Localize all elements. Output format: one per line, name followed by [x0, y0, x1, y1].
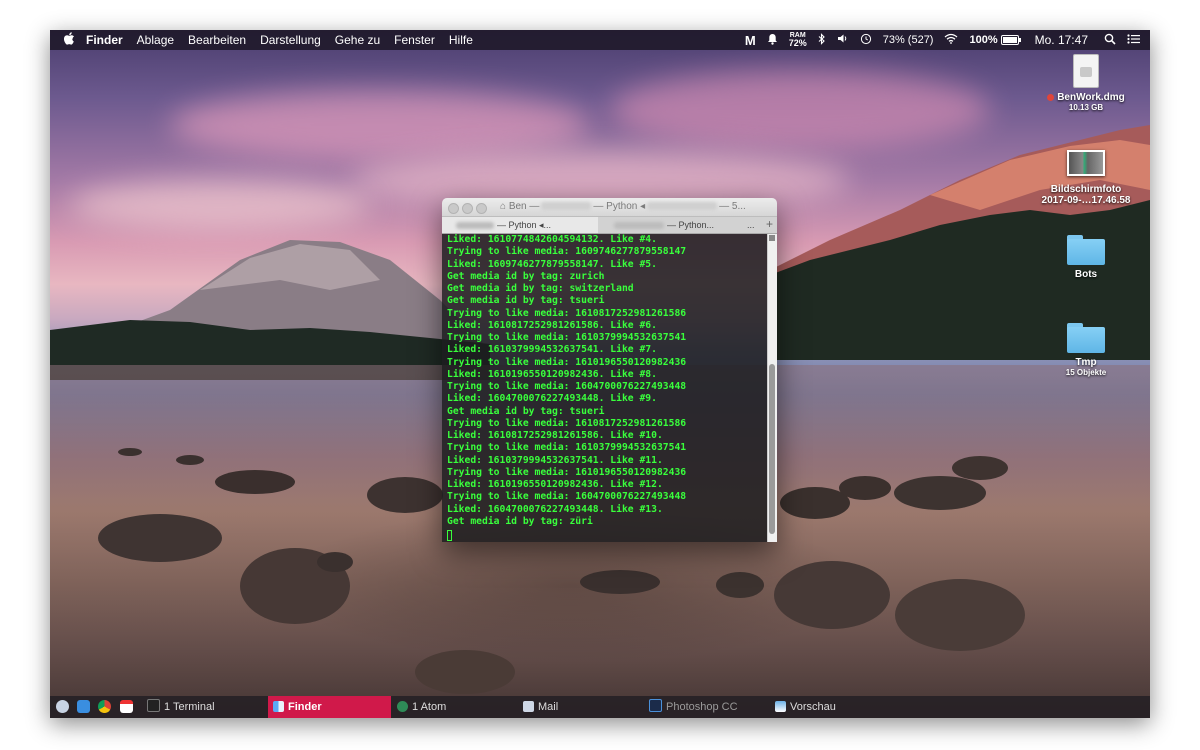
folder-icon: [1067, 235, 1105, 265]
terminal-line: Liked: 1610196550120982436. Like #8.: [447, 368, 657, 380]
terminal-line: Trying to like media: 160470007622749344…: [447, 491, 687, 503]
tab-python-1[interactable]: — Python ◂...: [442, 217, 598, 233]
chrome-icon[interactable]: [98, 700, 111, 713]
terminal-line: Liked: 1604700076227493448. Like #13.: [447, 503, 663, 515]
terminal-scrollbar[interactable]: [767, 234, 777, 542]
terminal-line: Get media id by tag: switzerland: [447, 283, 634, 294]
finder-icon: [273, 701, 284, 712]
scroll-thumb[interactable]: [769, 364, 775, 534]
menu-hilfe[interactable]: Hilfe: [449, 33, 473, 47]
ram-monitor[interactable]: RAM 72%: [789, 32, 807, 48]
desktop-icon-bots[interactable]: Bots: [1036, 235, 1136, 280]
home-icon: ⌂: [500, 201, 507, 212]
terminal-line: Get media id by tag: tsueri: [447, 295, 605, 307]
taskbar-item-terminal[interactable]: 1 Terminal: [142, 696, 267, 718]
menu-ablage[interactable]: Ablage: [137, 33, 174, 47]
terminal-title-bar[interactable]: ⌂ Ben — — Python ◂ — 5...: [442, 198, 777, 216]
terminal-line: Liked: 1610774842604594132. Like #4.: [447, 234, 657, 245]
apple-menu-icon[interactable]: [63, 32, 78, 48]
terminal-line: Liked: 1610817252981261586. Like #6.: [447, 319, 657, 331]
taskbar: 1 Terminal Finder 1 Atom Mail Photoshop …: [50, 696, 1150, 718]
bluetooth-icon[interactable]: [818, 32, 826, 48]
menu-bearbeiten[interactable]: Bearbeiten: [188, 33, 246, 47]
window-title: ⌂ Ben — — Python ◂ — 5...: [500, 201, 746, 212]
calendar-icon[interactable]: [120, 700, 133, 713]
terminal-tab-bar: — Python ◂... — Python... ... +: [442, 216, 777, 234]
taskbar-item-photoshop[interactable]: Photoshop CC: [644, 696, 769, 718]
terminal-line: Trying to like media: 160974627787955814…: [447, 246, 687, 258]
close-button[interactable]: [448, 203, 459, 214]
tab-python-2[interactable]: — Python...: [602, 217, 747, 233]
terminal-line: Trying to like media: 161081725298126158…: [447, 307, 687, 319]
cloud: [170, 90, 590, 160]
notification-center-icon[interactable]: [1127, 33, 1140, 47]
terminal-window[interactable]: ⌂ Ben — — Python ◂ — 5... — Python ◂... — …: [442, 198, 777, 542]
scroll-up-icon[interactable]: [769, 235, 775, 241]
clock[interactable]: Mo. 17:47: [1035, 33, 1088, 47]
terminal-cursor: [447, 530, 452, 541]
terminal-line: Get media id by tag: züri: [447, 515, 593, 527]
battery-indicator[interactable]: 100%: [969, 34, 1021, 46]
taskbar-item-finder[interactable]: Finder: [268, 696, 391, 718]
desktop-icon-bildschirmfoto[interactable]: Bildschirmfoto 2017-09-…17.46.58: [1036, 150, 1136, 206]
folder-icon: [1067, 323, 1105, 353]
terminal-line: Get media id by tag: zurich: [447, 270, 605, 282]
malwarebytes-icon[interactable]: M: [745, 33, 756, 48]
terminal-line: Trying to like media: 161019655012098243…: [447, 356, 687, 368]
time-machine-icon[interactable]: [860, 33, 872, 48]
red-tag-icon: [1047, 93, 1055, 101]
left-mountain: [50, 240, 490, 380]
menu-fenster[interactable]: Fenster: [394, 33, 435, 47]
wifi-icon[interactable]: [944, 33, 958, 47]
terminal-line: Liked: 1604700076227493448. Like #9.: [447, 393, 657, 405]
status-area: M RAM 72% 73% (527) 100% Mo. 17:47: [734, 30, 1140, 50]
atom-icon: [397, 701, 408, 712]
terminal-line: Liked: 1610817252981261586. Like #10.: [447, 430, 663, 441]
new-tab-button[interactable]: +: [766, 217, 773, 232]
mail-icon: [523, 701, 534, 712]
right-mountain: [770, 125, 1150, 360]
menu-finder[interactable]: Finder: [86, 33, 123, 47]
battery-status-text[interactable]: 73% (527): [883, 34, 934, 46]
terminal-line: Liked: 1610379994532637541. Like #7.: [447, 344, 657, 356]
terminal-line: Liked: 1610379994532637541. Like #11.: [447, 454, 663, 466]
terminal-line: Get media id by tag: tsueri: [447, 405, 605, 417]
bell-icon[interactable]: [767, 33, 778, 48]
terminal-icon: [147, 699, 160, 712]
preview-icon: [775, 701, 786, 712]
taskbar-item-atom[interactable]: 1 Atom: [392, 696, 517, 718]
tab-overflow[interactable]: ...: [747, 217, 755, 233]
menu-bar: Finder Ablage Bearbeiten Darstellung Geh…: [50, 30, 1150, 50]
terminal-output[interactable]: Liked: 1610774842604594132. Like #4. Tryi…: [442, 234, 777, 542]
zoom-button[interactable]: [476, 203, 487, 214]
taskbar-item-vorschau[interactable]: Vorschau: [770, 696, 895, 718]
terminal-line: Liked: 1610196550120982436. Like #12.: [447, 479, 663, 490]
terminal-line: Trying to like media: 161037999453263754…: [447, 442, 687, 454]
terminal-line: Trying to like media: 161081725298126158…: [447, 417, 687, 429]
minimize-button[interactable]: [462, 203, 473, 214]
disk-image-icon: [1073, 54, 1099, 88]
menu-gehe-zu[interactable]: Gehe zu: [335, 33, 380, 47]
terminal-line: Trying to like media: 161019655012098243…: [447, 466, 687, 478]
desktop-icon-benwork-dmg[interactable]: BenWork.dmg 10.13 GB: [1036, 54, 1136, 112]
spotlight-search-icon[interactable]: [1104, 33, 1116, 48]
screen-icon[interactable]: [77, 700, 90, 713]
battery-icon: [1000, 35, 1021, 46]
screenshot-thumbnail-icon: [1067, 150, 1105, 176]
volume-icon[interactable]: [837, 33, 849, 47]
terminal-line: Trying to like media: 160470007622749344…: [447, 381, 687, 392]
desktop: Finder Ablage Bearbeiten Darstellung Geh…: [50, 30, 1150, 718]
menu-darstellung[interactable]: Darstellung: [260, 33, 321, 47]
desktop-icon-tmp[interactable]: Tmp 15 Objekte: [1036, 323, 1136, 377]
taskbar-item-mail[interactable]: Mail: [518, 696, 643, 718]
photoshop-icon: [649, 699, 662, 712]
finder-face-icon[interactable]: [56, 700, 69, 713]
terminal-line: Liked: 1609746277879558147. Like #5.: [447, 258, 657, 270]
terminal-line: Trying to like media: 161037999453263754…: [447, 332, 687, 343]
terminal-lines: Liked: 1610774842604594132. Like #4. Tryi…: [447, 234, 686, 528]
